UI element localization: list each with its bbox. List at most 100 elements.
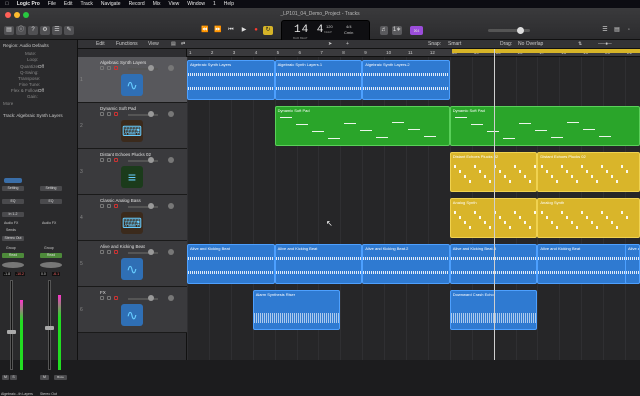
region[interactable]: Alive and Kicking Beat (274, 244, 363, 284)
region[interactable]: Alarm Synthesis Riser (252, 290, 341, 330)
mute-button[interactable] (100, 66, 104, 70)
mute-button[interactable] (100, 296, 104, 300)
input-button[interactable]: In 1-2 (2, 212, 24, 217)
cycle-region[interactable] (452, 49, 640, 53)
track-header[interactable]: 5 Alive and Kicking Beat ∿ (78, 241, 187, 287)
audio-fx-label-left[interactable]: Audio FX (4, 221, 18, 225)
menu-view[interactable]: View (168, 1, 179, 7)
sends-label[interactable]: Sends (6, 228, 16, 232)
mute-button[interactable] (100, 204, 104, 208)
setting-button-right[interactable]: Setting (40, 186, 62, 191)
waveform-zoom-icon[interactable]: ⇅ (578, 41, 582, 47)
track-pan-knob[interactable] (168, 157, 174, 163)
flex-icon[interactable]: ⇄ (181, 41, 185, 47)
quantize-value[interactable]: Off (38, 64, 44, 69)
setting-button-left[interactable]: Setting (2, 186, 24, 191)
mute-button-left[interactable]: M (2, 375, 9, 380)
region[interactable]: Alive and Kicking Beat.2 (362, 244, 450, 284)
volume-fader-cap-right[interactable] (45, 326, 54, 330)
menu-mix[interactable]: Mix (153, 1, 161, 7)
region-inspector-header[interactable]: Region: Audio Defaults (3, 43, 49, 48)
apple-menu-icon[interactable]:  (5, 1, 9, 7)
project-alert-badge[interactable]: ☒4 (410, 26, 423, 35)
functions-menu[interactable]: Functions (116, 41, 138, 47)
snap-dropdown[interactable]: Smart (448, 41, 461, 47)
menu-help[interactable]: Help (224, 1, 234, 7)
mute-button[interactable] (100, 112, 104, 116)
record-enable-button[interactable] (114, 66, 118, 70)
menu-app[interactable]: Logic Pro (17, 1, 40, 7)
track-pan-knob[interactable] (168, 65, 174, 71)
playhead[interactable] (494, 49, 495, 360)
mixer-button[interactable]: ☰ (52, 26, 62, 35)
more-disclosure[interactable]: More (3, 101, 13, 106)
record-enable-button[interactable] (114, 296, 118, 300)
go-to-start-icon[interactable]: ⏮ (226, 26, 236, 35)
region[interactable]: Alive and Kicking Beat (187, 244, 275, 284)
solo-button[interactable] (107, 204, 111, 208)
volume-fader-right[interactable] (48, 280, 51, 370)
solo-button-left[interactable]: S (10, 375, 17, 380)
track-header[interactable]: 1 Algebraic Synth Layers ∿ (78, 57, 187, 103)
drag-dropdown[interactable]: No Overlap (518, 41, 543, 47)
inspector-button[interactable]: ⓘ (16, 26, 26, 35)
zoom-slider[interactable]: ──●─ (598, 41, 612, 47)
flex-value[interactable]: Off (38, 88, 44, 93)
count-in-icon[interactable]: 1∗ (392, 26, 402, 35)
fast-forward-icon[interactable]: ⏩ (213, 26, 223, 35)
play-icon[interactable]: ▶ (239, 26, 249, 35)
menu-1[interactable]: 1 (213, 1, 216, 7)
smart-controls-button[interactable]: ⚙ (40, 26, 50, 35)
track-name[interactable]: Distant Echoes Plucks 02 (100, 152, 151, 157)
solo-button[interactable] (107, 66, 111, 70)
automation-read-right[interactable]: Read (40, 253, 62, 258)
record-enable-button[interactable] (114, 204, 118, 208)
list-editors-icon[interactable]: ☰ (600, 26, 610, 35)
edit-menu[interactable]: Edit (96, 41, 105, 47)
track-header[interactable]: 6 FX ∿ (78, 287, 187, 333)
rewind-icon[interactable]: ⏪ (200, 26, 210, 35)
track-header[interactable]: 3 Distant Echoes Plucks 02 ≡ (78, 149, 187, 195)
track-name[interactable]: Alive and Kicking Beat (100, 244, 145, 249)
eq-button-right[interactable]: EQ (40, 199, 62, 204)
volume-fader-cap-left[interactable] (7, 330, 16, 334)
solo-button[interactable] (107, 296, 111, 300)
mute-button[interactable] (100, 158, 104, 162)
menu-window[interactable]: Window (187, 1, 205, 7)
library-button[interactable]: ▤ (4, 26, 14, 35)
track-name[interactable]: Algebraic Synth Layers (100, 60, 146, 65)
tuner-icon[interactable]: ♬ (380, 26, 388, 35)
help-button[interactable]: ? (28, 26, 38, 35)
region[interactable]: Algebraic Synth Layers.2 (362, 60, 450, 100)
region[interactable]: Dynamic Soft Pad (274, 106, 450, 146)
lcd-display[interactable]: 14 4 BAR BEAT 120 KEEP 4/4 Cmin (281, 20, 370, 42)
output-button[interactable]: Stereo Out (2, 236, 24, 241)
track-pan-knob[interactable] (168, 249, 174, 255)
note-pad-icon[interactable]: ▤ (612, 26, 622, 35)
automation-read-left[interactable]: Read (2, 253, 24, 258)
bounce-button[interactable]: Bnce (54, 375, 67, 380)
solo-button[interactable] (107, 250, 111, 254)
track-pan-knob[interactable] (168, 203, 174, 209)
track-volume-knob[interactable] (148, 157, 154, 163)
record-enable-button[interactable] (114, 158, 118, 162)
region[interactable]: Algebraic Synth Layers.1 (274, 60, 363, 100)
track-name[interactable]: Classic Analog Bass (100, 198, 141, 203)
menu-record[interactable]: Record (129, 1, 145, 7)
region[interactable]: Algebraic Synth Layers (187, 60, 275, 100)
track-name[interactable]: FX (100, 290, 106, 295)
track-name[interactable]: Dynamic Soft Pad (100, 106, 136, 111)
solo-button[interactable] (107, 158, 111, 162)
pan-knob-left[interactable] (2, 262, 24, 268)
volume-fader-left[interactable] (10, 280, 13, 370)
pencil-tool-icon[interactable]: + (346, 41, 349, 47)
menu-file[interactable]: File (48, 1, 56, 7)
eq-button-left[interactable]: EQ (2, 199, 24, 204)
record-enable-button[interactable] (114, 112, 118, 116)
track-volume-knob[interactable] (148, 111, 154, 117)
browser-icon[interactable]: ◦ (624, 26, 634, 35)
group-label-left[interactable]: Group (6, 246, 16, 250)
editors-button[interactable]: ✎ (64, 26, 74, 35)
region[interactable]: Dynamic Soft Pad (449, 106, 640, 146)
track-volume-knob[interactable] (148, 249, 154, 255)
